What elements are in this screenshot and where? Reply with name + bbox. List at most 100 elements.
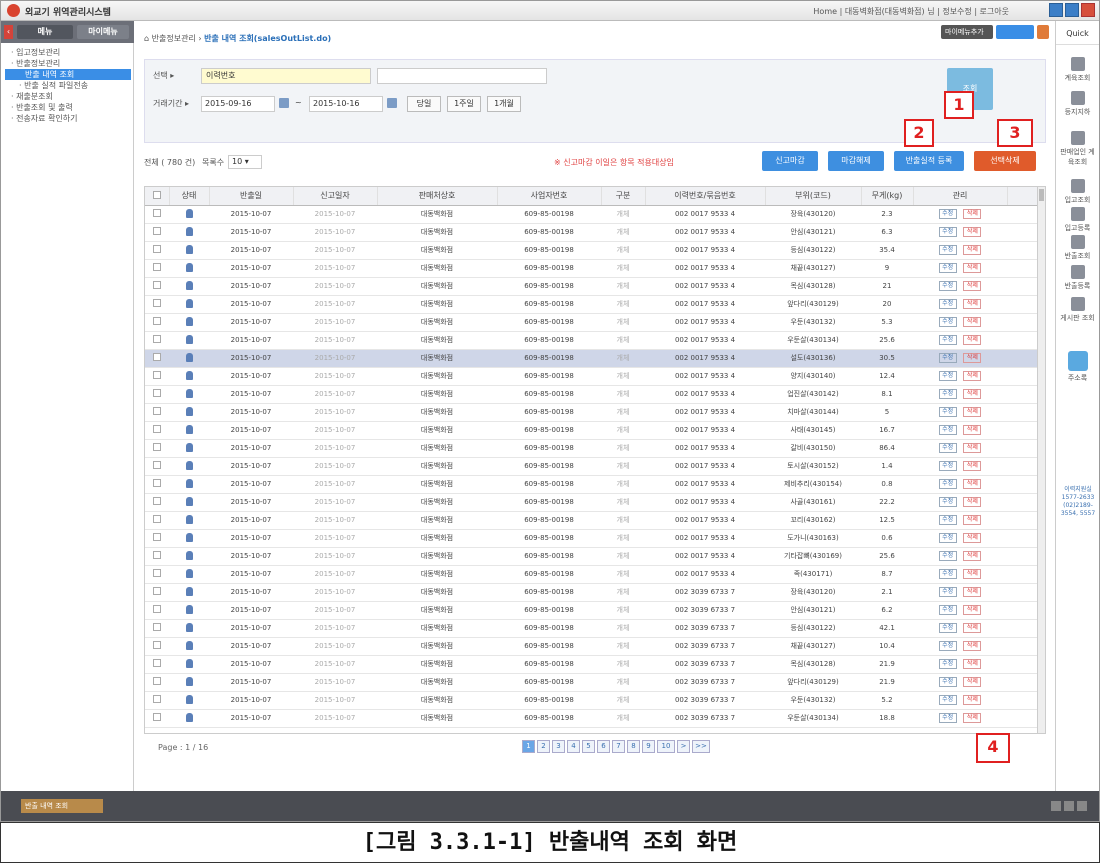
quick-item[interactable]: 게시판 조회 — [1059, 297, 1096, 323]
row-checkbox[interactable] — [145, 655, 169, 674]
table-row[interactable]: 2015-10-07 2015-10-07 대동백화점 609-85-00198 개체 0… — [145, 349, 1037, 368]
table-row[interactable]: 2015-10-07 2015-10-07 대동백화점 609-85-00198 개체 0… — [145, 385, 1037, 404]
page-link[interactable]: 6 — [597, 740, 610, 753]
prev-window-icon[interactable] — [1051, 801, 1061, 811]
row-checkbox[interactable] — [145, 529, 169, 548]
row-checkbox[interactable] — [145, 619, 169, 638]
row-checkbox[interactable] — [145, 601, 169, 620]
edit-button[interactable]: 수정 — [938, 587, 957, 597]
edit-button[interactable]: 수정 — [938, 695, 957, 705]
edit-button[interactable]: 수정 — [938, 569, 957, 579]
table-row[interactable]: 2015-10-07 2015-10-07 대동백화점 609-85-00198 개체 0… — [145, 439, 1037, 458]
delete-button[interactable]: 삭제 — [963, 641, 982, 651]
table-row[interactable]: 2015-10-07 2015-10-07 대동백화점 609-85-00198 개체 0… — [145, 709, 1037, 728]
calendar-icon[interactable] — [279, 98, 289, 108]
nav-item[interactable]: · 전송자료 확인하기 — [5, 113, 131, 124]
row-checkbox[interactable] — [145, 673, 169, 692]
row-checkbox[interactable] — [145, 277, 169, 296]
delete-button[interactable]: 삭제 — [963, 443, 982, 453]
register-output-button[interactable]: 반출실적 등록 — [894, 151, 964, 171]
page-link[interactable]: 5 — [582, 740, 595, 753]
quick-item[interactable]: 입고조회 — [1059, 179, 1096, 205]
delete-button[interactable]: 삭제 — [963, 299, 982, 309]
period-today-button[interactable]: 당일 — [407, 96, 441, 112]
delete-button[interactable]: 삭제 — [963, 371, 982, 381]
quick-item[interactable]: 판매업인 계육조회 — [1059, 131, 1096, 167]
table-row[interactable]: 2015-10-07 2015-10-07 대동백화점 609-85-00198 개체 0… — [145, 475, 1037, 494]
edit-button[interactable]: 수정 — [938, 299, 957, 309]
table-row[interactable]: 2015-10-07 2015-10-07 대동백화점 609-85-00198 개체 0… — [145, 673, 1037, 692]
delete-button[interactable]: 삭제 — [963, 209, 982, 219]
table-row[interactable]: 2015-10-07 2015-10-07 대동백화점 609-85-00198 개체 0… — [145, 205, 1037, 224]
row-checkbox[interactable] — [145, 475, 169, 494]
collapse-nav-icon[interactable]: ‹ — [4, 25, 13, 39]
delete-button[interactable]: 삭제 — [963, 425, 982, 435]
page-link[interactable]: 1 — [522, 740, 535, 753]
nav-item[interactable]: · 재출분조회 — [5, 91, 131, 102]
row-checkbox[interactable] — [145, 313, 169, 332]
edit-button[interactable]: 수정 — [938, 227, 957, 237]
row-checkbox[interactable] — [145, 493, 169, 512]
table-row[interactable]: 2015-10-07 2015-10-07 대동백화점 609-85-00198 개체 0… — [145, 493, 1037, 512]
edit-button[interactable]: 수정 — [938, 371, 957, 381]
table-row[interactable]: 2015-10-07 2015-10-07 대동백화점 609-85-00198 개체 0… — [145, 313, 1037, 332]
user-info-links[interactable]: Home | 대동벽화점(대동벽화점) 님 | 정보수정 | 로그아웃 — [813, 6, 1009, 17]
table-scrollbar[interactable] — [1037, 187, 1045, 733]
row-checkbox[interactable] — [145, 223, 169, 242]
table-row[interactable]: 2015-10-07 2015-10-07 대동백화점 609-85-00198 개체 0… — [145, 601, 1037, 620]
edit-button[interactable]: 수정 — [938, 623, 957, 633]
row-checkbox[interactable] — [145, 565, 169, 584]
maximize-icon[interactable] — [1065, 3, 1079, 17]
print-icon[interactable] — [1037, 25, 1049, 39]
table-row[interactable]: 2015-10-07 2015-10-07 대동백화점 609-85-00198 개체 0… — [145, 583, 1037, 602]
row-checkbox[interactable] — [145, 205, 169, 224]
row-checkbox[interactable] — [145, 583, 169, 602]
table-row[interactable]: 2015-10-07 2015-10-07 대동백화점 609-85-00198 개체 0… — [145, 295, 1037, 314]
delete-button[interactable]: 삭제 — [963, 695, 982, 705]
table-row[interactable]: 2015-10-07 2015-10-07 대동백화점 609-85-00198 개체 0… — [145, 547, 1037, 566]
nav-item[interactable]: · 반출 실적 파일전송 — [5, 80, 131, 91]
next-window-icon[interactable] — [1064, 801, 1074, 811]
row-checkbox[interactable] — [145, 403, 169, 422]
edit-button[interactable]: 수정 — [938, 263, 957, 273]
delete-button[interactable]: 삭제 — [963, 227, 982, 237]
table-row[interactable]: 2015-10-07 2015-10-07 대동백화점 609-85-00198 개체 0… — [145, 457, 1037, 476]
row-checkbox[interactable] — [145, 421, 169, 440]
delete-button[interactable]: 삭제 — [963, 677, 982, 687]
table-row[interactable]: 2015-10-07 2015-10-07 대동백화점 609-85-00198 개체 0… — [145, 619, 1037, 638]
quick-item[interactable]: 계육조회 — [1059, 57, 1096, 83]
select-all-checkbox[interactable] — [145, 187, 170, 206]
rows-per-page-select[interactable]: 10 ▾ — [228, 155, 262, 169]
nav-item[interactable]: 반출 내역 조회 — [5, 69, 131, 80]
row-checkbox[interactable] — [145, 259, 169, 278]
edit-button[interactable]: 수정 — [938, 479, 957, 489]
delete-selected-button[interactable]: 선택삭제 — [974, 151, 1036, 171]
delete-button[interactable]: 삭제 — [963, 263, 982, 273]
delete-button[interactable]: 삭제 — [963, 659, 982, 669]
delete-button[interactable]: 삭제 — [963, 713, 982, 723]
delete-button[interactable]: 삭제 — [963, 623, 982, 633]
row-checkbox[interactable] — [145, 691, 169, 710]
delete-button[interactable]: 삭제 — [963, 407, 982, 417]
edit-button[interactable]: 수정 — [938, 407, 957, 417]
edit-button[interactable]: 수정 — [938, 713, 957, 723]
edit-button[interactable]: 수정 — [938, 389, 957, 399]
edit-button[interactable]: 수정 — [938, 281, 957, 291]
table-row[interactable]: 2015-10-07 2015-10-07 대동백화점 609-85-00198 개체 0… — [145, 367, 1037, 386]
edit-button[interactable]: 수정 — [938, 551, 957, 561]
scrollbar-thumb[interactable] — [1039, 189, 1044, 201]
period-month-button[interactable]: 1개월 — [487, 96, 521, 112]
page-link[interactable]: 8 — [627, 740, 640, 753]
nav-item[interactable]: · 반출정보관리 — [5, 58, 131, 69]
delete-button[interactable]: 삭제 — [963, 587, 982, 597]
row-checkbox[interactable] — [145, 349, 169, 368]
calendar-icon[interactable] — [387, 98, 397, 108]
delete-button[interactable]: 삭제 — [963, 281, 982, 291]
page-link[interactable]: 7 — [612, 740, 625, 753]
page-link[interactable]: 10 — [657, 740, 675, 753]
edit-button[interactable]: 수정 — [938, 317, 957, 327]
table-row[interactable]: 2015-10-07 2015-10-07 대동백화점 609-85-00198 개체 0… — [145, 241, 1037, 260]
edit-button[interactable]: 수정 — [938, 443, 957, 453]
date-from-input[interactable]: 2015-09-16 — [201, 96, 275, 112]
close-icon[interactable] — [1081, 3, 1095, 17]
